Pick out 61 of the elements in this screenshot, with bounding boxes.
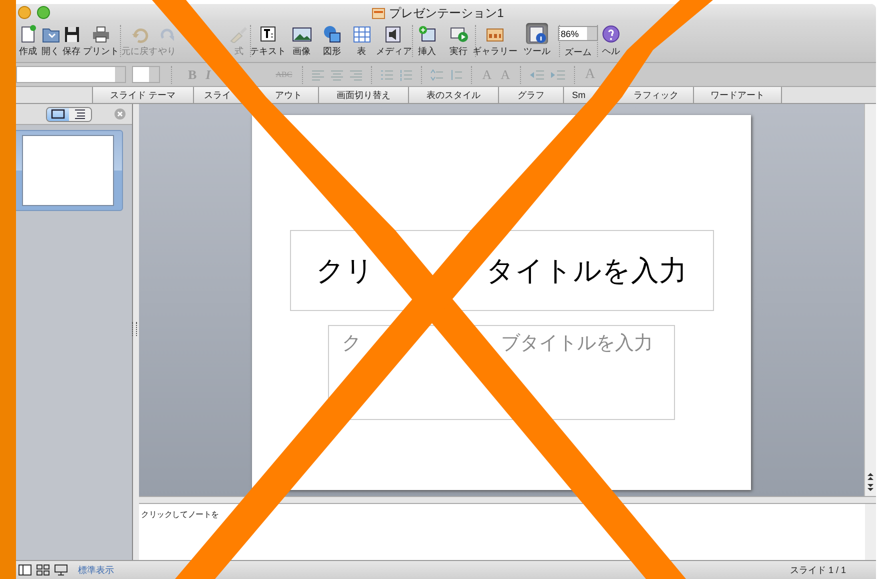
close-icon[interactable] — [114, 108, 126, 120]
brush-icon — [229, 24, 249, 42]
insert-icon — [417, 24, 437, 42]
align-icon[interactable] — [349, 68, 364, 80]
table-icon — [352, 24, 372, 42]
toolbar-button[interactable]: テキスト — [250, 23, 286, 62]
increase-indent-icon[interactable] — [550, 68, 566, 80]
sorter-view-icon[interactable] — [36, 564, 50, 576]
play-icon — [448, 24, 468, 42]
toolbar-button[interactable]: ツール — [524, 23, 550, 62]
align-icon[interactable] — [311, 68, 326, 80]
thumbnail-highlight[interactable] — [13, 130, 123, 211]
toolbar-button[interactable]: 作成 — [17, 23, 39, 62]
toolbar-button[interactable]: プリント — [83, 23, 119, 62]
font-size-field[interactable] — [132, 66, 160, 83]
textbox-icon — [258, 24, 278, 42]
outline-icon — [73, 109, 87, 119]
ribbon-tab[interactable]: スライド テーマ — [92, 87, 193, 103]
toolbar-button[interactable]: 挿入 — [416, 23, 438, 62]
toolbar-button[interactable]: 画像 — [290, 23, 312, 62]
printer-icon — [91, 24, 111, 42]
page-arrows-icon[interactable] — [867, 473, 874, 491]
window-title: プレゼンテーション1 — [389, 5, 504, 22]
normal-view-icon[interactable] — [18, 564, 32, 576]
toolbar-button[interactable]: メディア — [376, 23, 412, 62]
toolbar-button[interactable]: ギャラリー — [472, 23, 518, 62]
splitter-handle[interactable] — [132, 322, 137, 336]
zoom-dropdown[interactable]: 86% — [558, 26, 598, 41]
decrease-indent-icon[interactable] — [528, 68, 545, 80]
minimize-button[interactable] — [18, 6, 31, 19]
toolbar-button[interactable]: 実行 — [448, 23, 470, 62]
view-switch[interactable] — [46, 106, 92, 122]
ribbon-tab[interactable]: 画面切り替え — [318, 87, 408, 103]
toolbar-button[interactable]: 開く — [40, 23, 62, 62]
help-icon — [601, 24, 621, 42]
outline-view-button[interactable] — [69, 108, 91, 120]
slideshow-view-icon[interactable] — [54, 564, 68, 576]
toolbar-button[interactable]: 表 — [350, 23, 372, 62]
line-spacing-icon[interactable] — [430, 68, 444, 80]
zoom-button[interactable] — [37, 6, 50, 19]
ribbon-tab[interactable]: グラフ — [498, 87, 563, 103]
align-icon[interactable] — [330, 68, 344, 80]
slide-counter: スライド 1 / 1 — [790, 564, 846, 576]
presentation-icon — [372, 8, 386, 19]
view-label: 標準表示 — [78, 564, 114, 576]
shapes-icon — [322, 24, 342, 42]
slide-icon — [51, 109, 65, 119]
toolbar-label: ズーム — [564, 46, 592, 59]
text-direction-icon[interactable] — [449, 68, 464, 80]
toolbar-button[interactable]: ヘル — [600, 23, 622, 62]
image-icon — [292, 24, 312, 42]
redo-icon — [160, 26, 174, 40]
slides-view-button[interactable] — [47, 108, 69, 120]
toolbar-button[interactable]: 保存 — [60, 23, 82, 62]
ribbon-tab[interactable]: ワードアート — [693, 87, 782, 103]
numbered-list-icon[interactable] — [399, 68, 414, 80]
ribbon-tab[interactable]: 表のスタイル — [408, 87, 498, 103]
bullet-list-icon[interactable] — [380, 68, 394, 80]
font-name-field[interactable] — [16, 66, 126, 83]
toolbar-button[interactable]: 図形 — [321, 23, 343, 62]
scrollbar[interactable] — [864, 104, 876, 496]
